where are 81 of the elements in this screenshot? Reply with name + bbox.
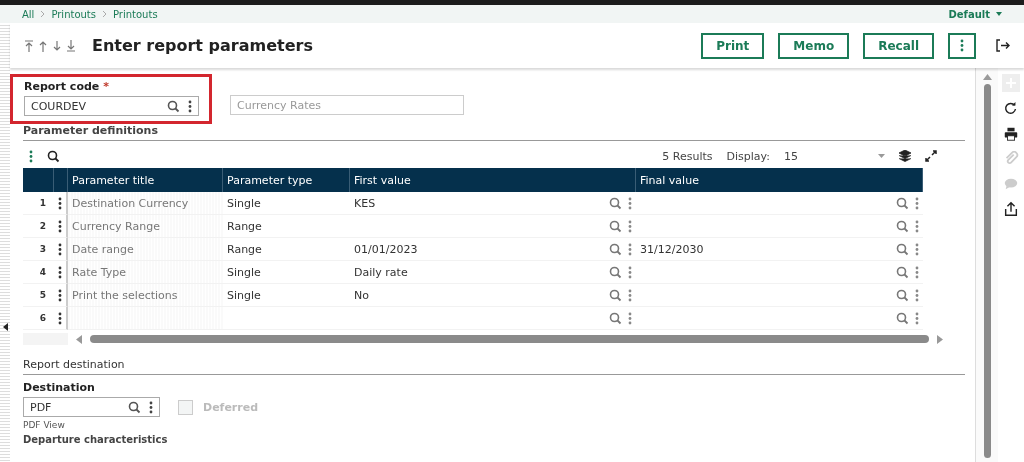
table-cell: No xyxy=(354,288,369,302)
printer-icon[interactable] xyxy=(1003,126,1019,142)
column-header[interactable]: First value xyxy=(350,168,636,192)
section-title: Parameter definitions xyxy=(23,124,965,141)
previous-record-icon[interactable] xyxy=(38,39,48,52)
search-icon[interactable] xyxy=(47,149,60,163)
row-number: 5 xyxy=(39,290,46,300)
row-menu-icon[interactable] xyxy=(58,265,62,279)
scroll-up-icon[interactable] xyxy=(982,74,992,80)
table-cell: 01/01/2023 xyxy=(354,242,418,256)
collapse-arrow-icon[interactable] xyxy=(3,323,8,331)
page-title: Enter report parameters xyxy=(92,36,313,55)
table-cell: Print the selections xyxy=(68,284,223,307)
more-icon[interactable] xyxy=(188,99,192,113)
chevron-icon xyxy=(102,10,107,18)
table-cell: 31/12/2030 xyxy=(640,242,704,256)
display-select[interactable]: 15 xyxy=(784,149,864,163)
column-header[interactable]: Parameter title xyxy=(68,168,223,192)
row-menu-icon[interactable] xyxy=(58,219,62,233)
column-header[interactable]: Final value xyxy=(636,168,923,192)
column-header[interactable]: Parameter type xyxy=(223,168,350,192)
kebab-icon[interactable] xyxy=(960,39,964,52)
table-cell: Date range xyxy=(68,238,223,261)
layers-icon[interactable] xyxy=(899,150,911,162)
row-menu-icon[interactable] xyxy=(58,288,62,302)
report-code-field[interactable]: COURDEV xyxy=(24,96,199,116)
action-button[interactable]: Recall xyxy=(863,32,934,59)
checkbox-label: Deferred xyxy=(203,400,259,414)
field-hint: PDF View xyxy=(23,420,66,430)
row-menu-icon[interactable] xyxy=(58,242,62,256)
destination-field[interactable]: PDF xyxy=(23,397,160,417)
action-button[interactable]: Print xyxy=(701,32,765,59)
row-number: 3 xyxy=(39,244,46,254)
table-cell: Currency Range xyxy=(68,215,223,238)
table-cell: Range xyxy=(227,242,262,256)
table-cell: Rate Type xyxy=(68,261,223,284)
caret-icon[interactable] xyxy=(996,12,1002,16)
exit-icon[interactable] xyxy=(996,39,1010,52)
table-cell: Single xyxy=(227,288,261,302)
chevron-icon xyxy=(40,10,46,18)
action-button[interactable]: Memo xyxy=(778,32,850,59)
caret-icon[interactable] xyxy=(878,154,885,158)
required-mark: * xyxy=(103,80,110,93)
profile-menu[interactable]: Default xyxy=(948,8,990,20)
table-cell: Single xyxy=(227,196,261,210)
horizontal-scrollbar[interactable] xyxy=(90,335,929,343)
first-record-icon[interactable] xyxy=(24,39,34,52)
row-number: 6 xyxy=(39,313,46,323)
last-record-icon[interactable] xyxy=(66,39,76,52)
field-label: Report code xyxy=(24,80,100,93)
refresh-icon[interactable] xyxy=(1003,101,1019,117)
table-cell: Range xyxy=(227,219,262,233)
row-number: 2 xyxy=(39,221,46,231)
next-record-icon[interactable] xyxy=(52,39,62,52)
row-menu-icon[interactable] xyxy=(58,311,62,325)
row-number: 1 xyxy=(39,198,46,208)
field-label: Destination xyxy=(23,381,96,394)
table-cell: Single xyxy=(227,265,261,279)
row-menu-icon[interactable] xyxy=(58,196,62,210)
breadcrumb-link[interactable]: All xyxy=(22,8,35,20)
search-icon[interactable] xyxy=(167,99,180,113)
results-count: 5 Results xyxy=(662,149,713,163)
section-title: Departure characteristics xyxy=(23,434,169,445)
table-cell: KES xyxy=(354,196,376,210)
breadcrumb-link[interactable]: Printouts xyxy=(113,8,158,20)
section-title: Report destination xyxy=(23,358,965,375)
table-cell: Destination Currency xyxy=(68,192,223,215)
search-icon[interactable] xyxy=(128,400,141,414)
row-number: 4 xyxy=(39,267,46,277)
scroll-right-icon[interactable] xyxy=(937,334,943,344)
scroll-left-icon[interactable] xyxy=(76,334,82,344)
breadcrumb-link[interactable]: Printouts xyxy=(51,8,96,20)
table-cell: Daily rate xyxy=(354,265,408,279)
more-icon[interactable] xyxy=(149,400,153,414)
more-button[interactable] xyxy=(948,32,976,59)
vertical-scrollbar[interactable] xyxy=(983,84,991,458)
export-icon[interactable] xyxy=(1003,201,1019,217)
display-label: Display: xyxy=(726,149,770,163)
description-field: Currency Rates xyxy=(230,95,464,115)
grid-menu-icon[interactable] xyxy=(29,149,33,163)
expand-icon[interactable] xyxy=(925,150,937,162)
